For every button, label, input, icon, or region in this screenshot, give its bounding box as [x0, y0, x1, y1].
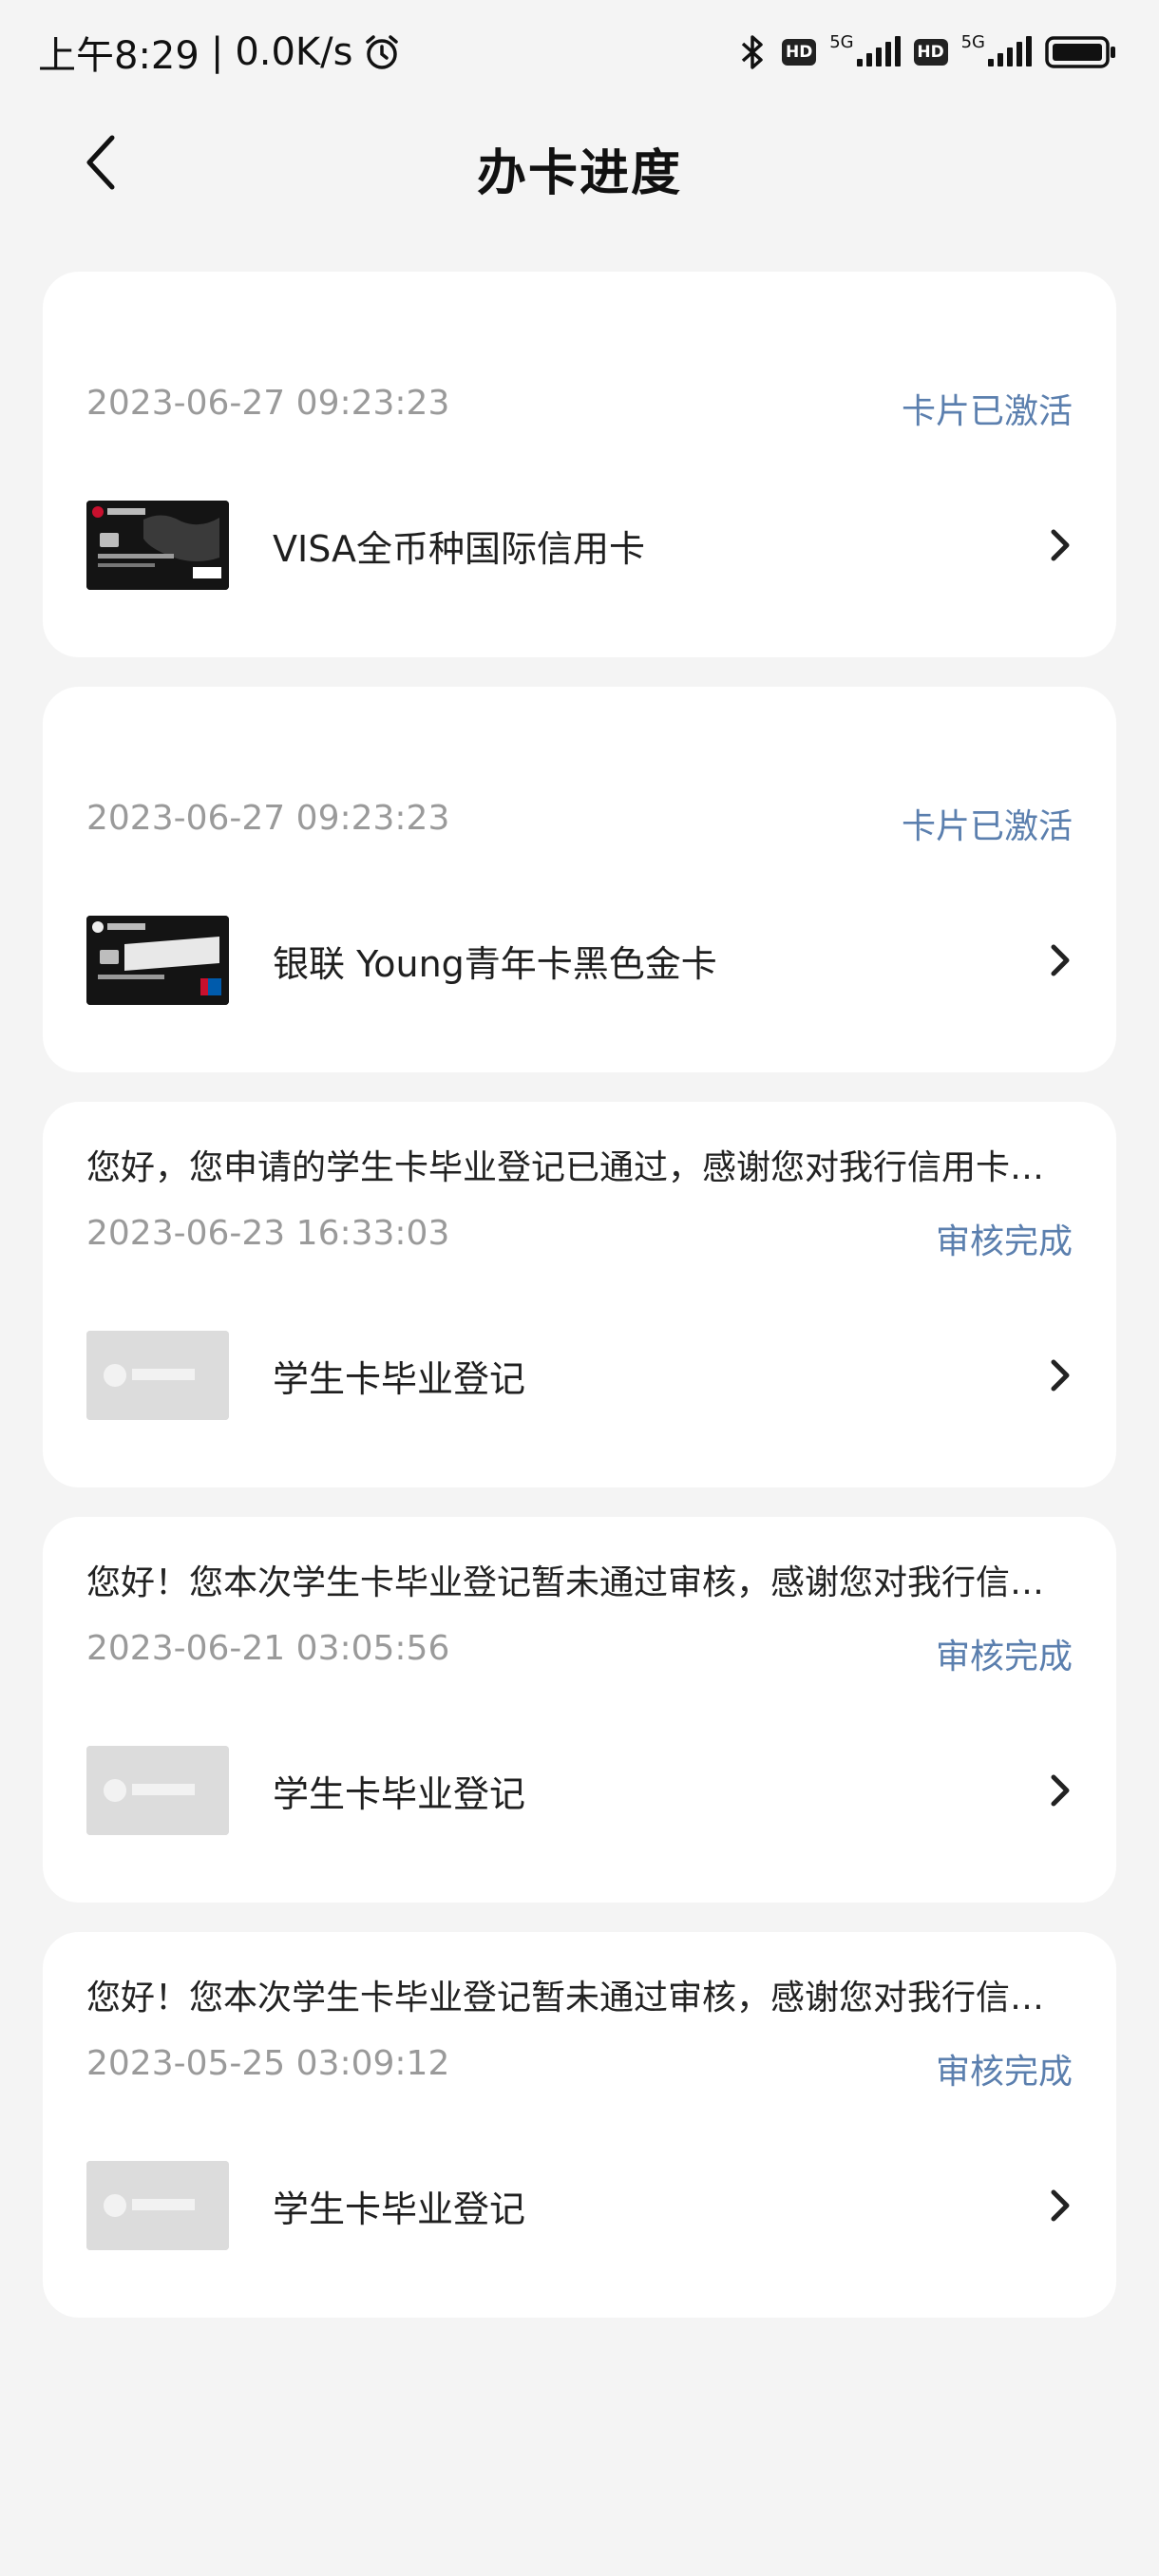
network-speed: 0.0K/s: [235, 30, 353, 74]
card-message: 您好！您本次学生卡毕业登记暂未通过审核，感谢您对我行信…: [86, 1563, 1045, 1602]
status-bar: 上午8:29 | 0.0K/s HD 5G HD 5G: [0, 0, 1159, 104]
card-product-name: 银联 Young青年卡黑色金卡: [273, 942, 717, 985]
signal-bars: [856, 36, 901, 66]
card-message: 您好，您申请的学生卡毕业登记已通过，感谢您对我行信用卡…: [86, 1148, 1045, 1187]
card-image: [86, 916, 229, 1005]
progress-card[interactable]: 您好！您本次学生卡毕业登记暂未通过审核，感谢您对我行信… 2023-05-25 …: [43, 1932, 1116, 2318]
card-product-name: 学生卡毕业登记: [273, 1357, 526, 1400]
application-progress-list: 2023-06-27 09:23:23 卡片已激活 VISA全币种国际信用卡 2…: [43, 272, 1116, 2347]
card-image: [86, 1746, 229, 1835]
chevron-right-icon: [1051, 2189, 1070, 2222]
card-product-row[interactable]: 学生卡毕业登记: [86, 1330, 1074, 1421]
card-date: 2023-05-25 03:09:12: [86, 2044, 450, 2083]
network-type-label: 5G: [829, 32, 854, 52]
card-status: 卡片已激活: [901, 807, 1073, 846]
network-type-label: 5G: [960, 32, 985, 52]
card-status: 卡片已激活: [901, 392, 1073, 431]
card-product-row[interactable]: 学生卡毕业登记: [86, 1745, 1074, 1836]
alarm-icon: [366, 35, 399, 69]
card-product-name: 学生卡毕业登记: [273, 1772, 526, 1815]
card-image: [86, 1331, 229, 1420]
chevron-right-icon: [1051, 1359, 1070, 1392]
page-title: 办卡进度: [476, 145, 682, 202]
card-product-row[interactable]: 学生卡毕业登记: [86, 2160, 1074, 2251]
progress-card[interactable]: 您好！您本次学生卡毕业登记暂未通过审核，感谢您对我行信… 2023-06-21 …: [43, 1517, 1116, 1903]
card-product-name: VISA全币种国际信用卡: [273, 527, 646, 570]
status-time: 上午8:29: [38, 34, 200, 78]
card-status: 审核完成: [935, 2053, 1073, 2092]
signal-icon: 5G: [829, 32, 901, 66]
bluetooth-icon: [742, 35, 763, 69]
progress-card[interactable]: 您好，您申请的学生卡毕业登记已通过，感谢您对我行信用卡… 2023-06-23 …: [43, 1102, 1116, 1487]
card-date: 2023-06-21 03:05:56: [86, 1629, 450, 1668]
chevron-right-icon: [1051, 944, 1070, 976]
card-image: [86, 2161, 229, 2250]
progress-card[interactable]: 2023-06-27 09:23:23 卡片已激活 银联 Young青年卡黑色金…: [43, 687, 1116, 1072]
chevron-right-icon: [1051, 529, 1070, 561]
card-message: 您好！您本次学生卡毕业登记暂未通过审核，感谢您对我行信…: [86, 1979, 1045, 2017]
status-separator: |: [210, 30, 224, 74]
progress-card[interactable]: 2023-06-27 09:23:23 卡片已激活 VISA全币种国际信用卡: [43, 272, 1116, 657]
status-right: HD 5G HD 5G: [736, 32, 1117, 72]
card-date: 2023-06-23 16:33:03: [86, 1214, 450, 1253]
card-status: 审核完成: [935, 1222, 1073, 1261]
hd-badge: HD: [782, 39, 817, 66]
card-product-row[interactable]: 银联 Young青年卡黑色金卡: [86, 915, 1074, 1006]
card-product-name: 学生卡毕业登记: [273, 2188, 526, 2230]
status-left: 上午8:29 | 0.0K/s: [38, 25, 402, 80]
card-product-row[interactable]: VISA全币种国际信用卡: [86, 500, 1074, 591]
chevron-right-icon: [1051, 1774, 1070, 1807]
signal-icon: 5G: [961, 32, 1032, 66]
card-image: [86, 501, 229, 590]
card-date: 2023-06-27 09:23:23: [86, 799, 450, 838]
card-date: 2023-06-27 09:23:23: [86, 384, 450, 423]
hd-badge: HD: [913, 39, 948, 66]
battery-icon: [1045, 36, 1115, 68]
signal-bars: [988, 36, 1032, 66]
nav-header: 办卡进度: [0, 104, 1159, 218]
card-status: 审核完成: [935, 1638, 1073, 1676]
